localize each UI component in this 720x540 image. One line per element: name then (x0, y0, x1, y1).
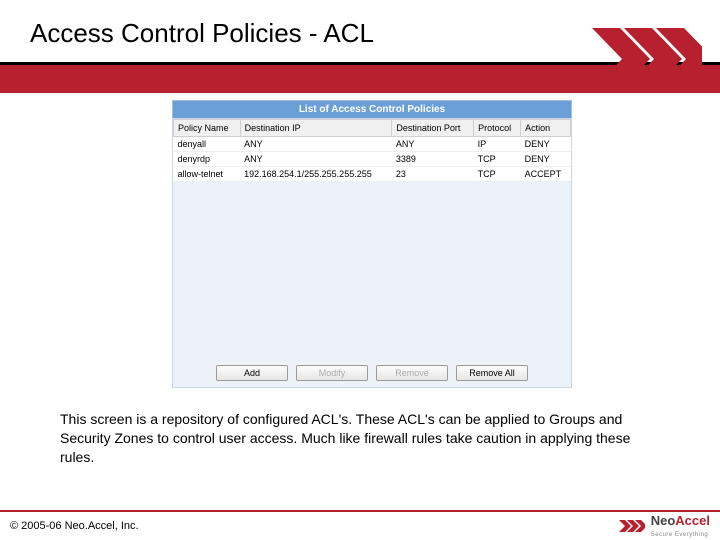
acl-list-area: Policy Name Destination IP Destination P… (172, 118, 572, 388)
cell-dest-ip: 192.168.254.1/255.255.255.255 (240, 167, 392, 182)
table-header-row: Policy Name Destination IP Destination P… (174, 120, 571, 137)
modify-button[interactable]: Modify (296, 365, 368, 381)
brand-accel: Accel (675, 513, 710, 528)
cell-action: DENY (521, 152, 571, 167)
cell-protocol: TCP (474, 167, 521, 182)
cell-policy-name: denyrdp (174, 152, 241, 167)
col-policy-name[interactable]: Policy Name (174, 120, 241, 137)
cell-dest-port: 23 (392, 167, 474, 182)
col-destination-ip[interactable]: Destination IP (240, 120, 392, 137)
cell-dest-ip: ANY (240, 152, 392, 167)
remove-all-button[interactable]: Remove All (456, 365, 528, 381)
cell-protocol: IP (474, 137, 521, 152)
brand-tagline: Secure Everything (651, 532, 709, 538)
col-destination-port[interactable]: Destination Port (392, 120, 474, 137)
brand-neo: Neo (651, 513, 676, 528)
table-row[interactable]: denyrdp ANY 3389 TCP DENY (174, 152, 571, 167)
col-action[interactable]: Action (521, 120, 571, 137)
copyright-text: © 2005-06 Neo.Accel, Inc. (10, 520, 139, 532)
cell-dest-port: ANY (392, 137, 474, 152)
cell-dest-port: 3389 (392, 152, 474, 167)
cell-action: DENY (521, 137, 571, 152)
slide-caption: This screen is a repository of configure… (60, 410, 660, 467)
brand-mark-icon (619, 518, 645, 534)
remove-button[interactable]: Remove (376, 365, 448, 381)
cell-policy-name: allow-telnet (174, 167, 241, 182)
panel-button-row: Add Modify Remove Remove All (173, 365, 571, 381)
cell-protocol: TCP (474, 152, 521, 167)
panel-heading: List of Access Control Policies (172, 100, 572, 118)
acl-table: Policy Name Destination IP Destination P… (173, 119, 571, 182)
table-row[interactable]: denyall ANY ANY IP DENY (174, 137, 571, 152)
add-button[interactable]: Add (216, 365, 288, 381)
brand-text: NeoAccel Secure Everything (651, 514, 710, 539)
forward-arrows-icon (592, 28, 702, 90)
cell-dest-ip: ANY (240, 137, 392, 152)
brand-logo: NeoAccel Secure Everything (619, 514, 710, 539)
acl-panel: List of Access Control Policies Policy N… (172, 100, 572, 388)
cell-action: ACCEPT (521, 167, 571, 182)
cell-policy-name: denyall (174, 137, 241, 152)
table-row[interactable]: allow-telnet 192.168.254.1/255.255.255.2… (174, 167, 571, 182)
slide-footer: © 2005-06 Neo.Accel, Inc. NeoAccel Secur… (0, 510, 720, 540)
col-protocol[interactable]: Protocol (474, 120, 521, 137)
